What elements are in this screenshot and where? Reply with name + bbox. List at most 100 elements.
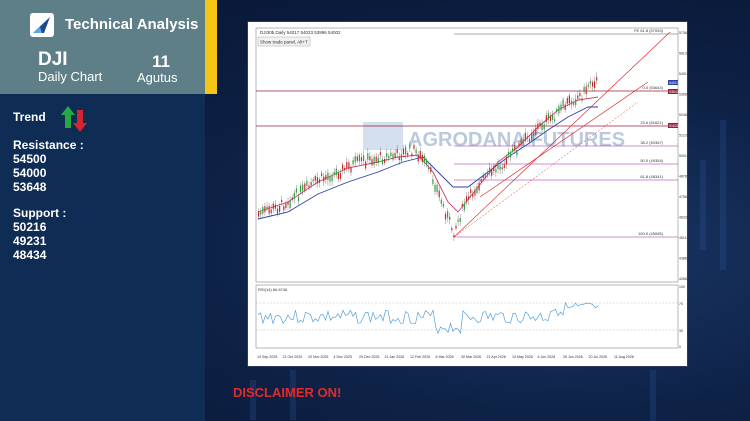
candle-body	[390, 152, 392, 156]
candle-body	[356, 156, 358, 161]
candle-body	[289, 200, 291, 208]
candle-body	[594, 81, 596, 89]
candle-body	[417, 155, 419, 162]
fib-label: 50.0 (49354)	[640, 158, 663, 163]
candle-body	[463, 203, 465, 210]
candle-body	[264, 206, 266, 213]
time-tick: 30 Mar 2026	[461, 355, 481, 359]
candle-body	[348, 162, 350, 170]
candle-body	[459, 218, 461, 222]
candle-body	[440, 199, 442, 204]
candle-body	[520, 139, 522, 145]
candle-body	[570, 100, 573, 105]
price-tick: 50014	[679, 154, 687, 158]
candle-body	[444, 213, 447, 220]
time-tick: 21 Oct 2025	[283, 355, 303, 359]
price-axis: 57364 56139 54914 53689 52464 51239 50014 48789…	[679, 31, 689, 281]
candle-body	[495, 169, 497, 173]
price-tick: 47564	[679, 195, 687, 199]
candle-body	[491, 169, 493, 176]
candle-body	[339, 172, 342, 179]
candle-body	[480, 179, 482, 183]
rsi-tick: 70	[679, 302, 683, 306]
price-tick: 42664	[679, 277, 687, 281]
candle-body	[472, 193, 474, 198]
candle-body	[409, 145, 411, 149]
candle-body	[428, 167, 430, 170]
price-pane	[255, 27, 679, 283]
fib-label: 23.6 (51621)	[640, 120, 663, 125]
candle-body	[291, 197, 293, 200]
candle-body	[413, 144, 415, 149]
candle-body	[591, 81, 594, 87]
candle-body	[363, 155, 365, 162]
candle-body	[388, 155, 390, 159]
resistance-value: 54000	[13, 166, 47, 180]
candle-body	[274, 204, 276, 209]
candle-body	[272, 203, 274, 209]
candle-body	[579, 92, 581, 97]
candle-body	[333, 171, 335, 175]
candle-body	[503, 164, 505, 168]
candle-body	[510, 152, 512, 158]
candle-body	[451, 228, 453, 231]
candle-body	[596, 77, 598, 81]
time-tick: 6 Mar 2026	[436, 355, 454, 359]
candle-body	[535, 127, 537, 136]
candle-body	[344, 167, 346, 171]
trend-down-arrow-icon	[73, 110, 87, 132]
candle-body	[312, 179, 314, 182]
candle-body	[587, 84, 589, 87]
candle-body	[300, 185, 302, 193]
candle-body	[310, 182, 312, 186]
fib-label: 61.8 (48341)	[640, 174, 663, 179]
candle-body	[325, 175, 327, 180]
candle-body	[276, 208, 279, 214]
candle-body	[432, 179, 434, 184]
time-tick: 20 Jul 2026	[589, 355, 608, 359]
candle-body	[430, 167, 432, 173]
candle-body	[457, 219, 459, 222]
candle-body	[323, 176, 325, 182]
candle-body	[375, 156, 377, 162]
price-tick: 43889	[679, 257, 687, 261]
rsi-tick: 0	[679, 345, 681, 349]
time-tick: 11 Aug 2026	[614, 355, 634, 359]
candle-body	[554, 119, 556, 122]
candle-body	[304, 183, 306, 191]
time-tick: 4 Jun 2026	[538, 355, 556, 359]
disclaimer-text: DISCLAIMER ON!	[233, 385, 342, 400]
trend-label: Trend	[13, 110, 46, 124]
candle-body	[518, 143, 520, 146]
candle-body	[295, 188, 297, 193]
candle-body	[407, 152, 409, 156]
candle-body	[377, 157, 379, 164]
candle-body	[589, 80, 591, 84]
price-tag-text: 53643	[669, 90, 679, 94]
candle-body	[379, 152, 381, 156]
price-tick: 56139	[679, 52, 687, 56]
candle-body	[493, 166, 495, 172]
time-tick: 21 Apr 2026	[487, 355, 506, 359]
candle-body	[367, 153, 369, 160]
candle-body	[528, 138, 531, 142]
candle-body	[392, 153, 394, 160]
fib-label: FE 61.8 (57053)	[634, 28, 664, 33]
chart-type-label: Daily Chart	[38, 69, 103, 84]
candle-body	[381, 159, 384, 165]
candle-body	[539, 122, 541, 126]
candle-body	[316, 177, 318, 184]
candle-body	[279, 205, 281, 212]
price-tick: 51239	[679, 134, 687, 138]
candle-body	[297, 196, 300, 202]
candle-body	[285, 203, 287, 208]
candle-body	[526, 136, 528, 139]
candle-body	[497, 163, 499, 170]
candle-body	[402, 148, 405, 155]
candle-body	[331, 176, 333, 182]
candle-body	[373, 157, 375, 165]
price-tick: 46339	[679, 216, 687, 220]
candle-body	[543, 124, 545, 130]
price-chart: DJI30b,Daily 54017 54023 53996 54002 Sho…	[255, 27, 689, 359]
candle-body	[455, 225, 457, 229]
